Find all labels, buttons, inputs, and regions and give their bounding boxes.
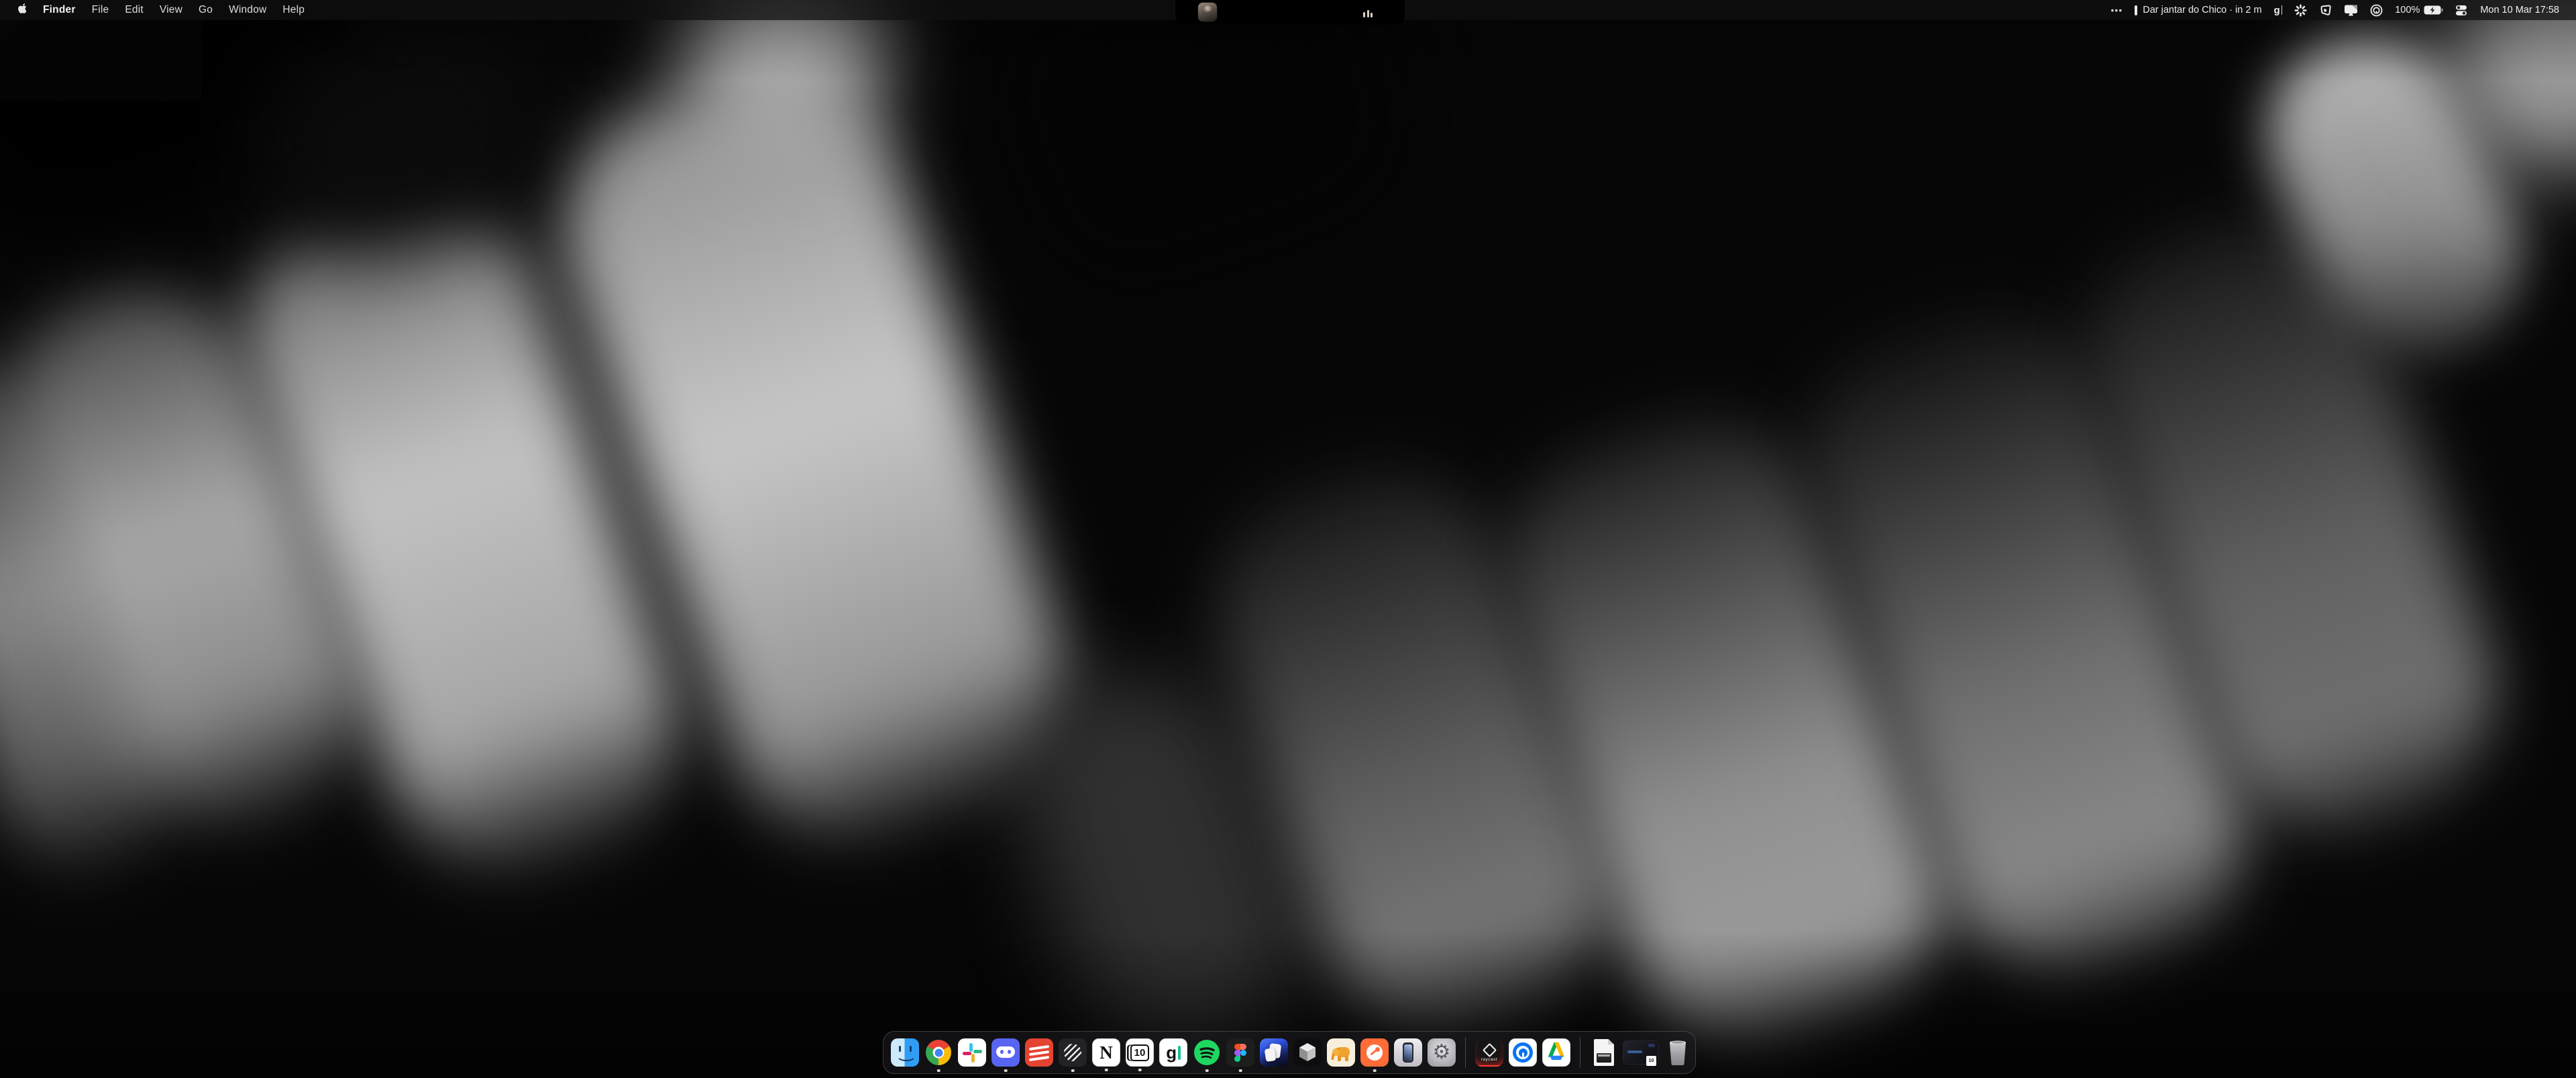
dock-iphone-mirroring[interactable] [1394, 1038, 1422, 1067]
todoist-icon [1029, 1045, 1049, 1050]
dock-grammarly[interactable]: g [1159, 1038, 1187, 1067]
notion-icon: N [1099, 1042, 1113, 1063]
wallpaper-vignette [0, 0, 2576, 1078]
status-overflow-button[interactable]: ••• [2105, 0, 2129, 20]
dock-document-file[interactable] [1590, 1038, 1618, 1067]
menu-view[interactable]: View [152, 0, 191, 20]
dock-finder[interactable] [891, 1038, 919, 1067]
running-indicator [1239, 1069, 1242, 1073]
status-pick-shape[interactable] [2313, 0, 2338, 20]
raycast-label: raycast [1481, 1057, 1497, 1062]
running-indicator [1205, 1069, 1209, 1073]
grammarly-icon: g [2274, 5, 2280, 16]
reminder-text: Dar jantar do Chico · in 2 m [2143, 5, 2261, 15]
pick-shape-icon [2319, 4, 2332, 17]
audio-visualizer-bars[interactable] [1363, 10, 1373, 17]
status-grammarly[interactable]: g [2268, 0, 2289, 20]
menu-edit[interactable]: Edit [117, 0, 152, 20]
grammarly-dock-icon: g [1166, 1042, 1177, 1063]
figma-icon [1234, 1044, 1240, 1050]
grammarly-cursor-icon [2282, 5, 2283, 15]
dock-elephant-app[interactable] [1327, 1038, 1355, 1067]
dock-system-settings[interactable]: ⚙ [1428, 1038, 1456, 1067]
running-indicator [1105, 1069, 1108, 1072]
cube-3d-icon [1293, 1038, 1322, 1067]
dock-linear[interactable] [1059, 1038, 1087, 1067]
dock-todoist[interactable] [1025, 1038, 1053, 1067]
flower-gear-icon [2294, 4, 2307, 17]
apple-logo-icon [18, 3, 27, 17]
reminder-pill-icon [2135, 5, 2137, 15]
dock-google-drive[interactable] [1542, 1038, 1570, 1067]
battery-percent: 100% [2395, 5, 2420, 15]
dock-trash[interactable] [1664, 1038, 1692, 1067]
dock-minimized-window[interactable]: 10 [1623, 1038, 1658, 1067]
status-1password[interactable] [2364, 0, 2389, 20]
running-indicator [1138, 1069, 1142, 1072]
status-flower-gear[interactable] [2288, 0, 2313, 20]
menu-bar-left: Finder File Edit View Go Window Help [0, 0, 313, 20]
running-indicator [1373, 1069, 1377, 1073]
dock-blue-windows-app[interactable] [1260, 1038, 1288, 1067]
dock-figma[interactable] [1226, 1038, 1254, 1067]
menu-help[interactable]: Help [274, 0, 313, 20]
gear-icon: ⚙ [1433, 1042, 1451, 1063]
notion-calendar-icon: 10 [1130, 1044, 1150, 1061]
dock-raycast[interactable]: raycast [1475, 1038, 1503, 1067]
slack-icon [969, 1043, 973, 1052]
menu-bar-status-area: ••• Dar jantar do Chico · in 2 m g [2105, 0, 2576, 20]
menu-go[interactable]: Go [191, 0, 221, 20]
google-drive-icon [1543, 1039, 1570, 1066]
status-control-center[interactable] [2449, 0, 2473, 20]
dock-1password[interactable] [1509, 1038, 1537, 1067]
raycast-icon [1482, 1042, 1496, 1057]
dock-discord[interactable] [991, 1038, 1020, 1067]
dock-notion[interactable]: N [1092, 1038, 1120, 1067]
menu-window[interactable]: Window [221, 0, 274, 20]
album-art-thumbnail[interactable] [1198, 3, 1217, 21]
apple-menu[interactable] [9, 3, 35, 17]
running-indicator [1004, 1069, 1008, 1073]
menu-finder[interactable]: Finder [35, 0, 84, 20]
trash-icon [1664, 1038, 1692, 1067]
discord-icon [996, 1046, 1015, 1058]
dock-postman[interactable] [1360, 1038, 1389, 1067]
menu-file[interactable]: File [84, 0, 117, 20]
notion-calendar-badge-icon: 10 [1646, 1055, 1657, 1067]
dock: N 10 g [883, 1031, 1696, 1074]
menu-bar-clock[interactable]: Mon 10 Mar 17:58 [2473, 0, 2565, 20]
status-battery[interactable]: 100% [2389, 0, 2449, 20]
dock-chrome[interactable] [924, 1038, 953, 1067]
dock-divider [1465, 1037, 1466, 1068]
dock-black-cube-app[interactable] [1293, 1038, 1322, 1067]
display-mirroring-icon [2344, 4, 2358, 17]
dock-notion-calendar[interactable]: 10 [1126, 1038, 1154, 1067]
status-display-mirroring[interactable] [2338, 0, 2364, 20]
desktop-wallpaper [0, 0, 2576, 1078]
control-center-icon [2455, 5, 2467, 16]
running-indicator [937, 1069, 941, 1073]
status-reminder-item[interactable]: Dar jantar do Chico · in 2 m [2129, 0, 2267, 20]
one-password-icon [2370, 4, 2383, 17]
notch-media-widget [1175, 0, 1405, 25]
linear-icon [1064, 1044, 1081, 1061]
dock-slack[interactable] [958, 1038, 986, 1067]
battery-icon [2424, 5, 2443, 15]
running-indicator [1071, 1069, 1075, 1073]
dock-spotify[interactable] [1193, 1038, 1221, 1067]
grammarly-cursor-bar [1178, 1046, 1181, 1060]
